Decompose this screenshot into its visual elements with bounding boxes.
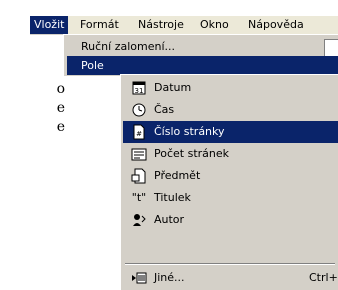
submenu-item-page-number[interactable]: # Číslo stránky (123, 121, 338, 143)
author-icon (131, 212, 147, 228)
menu-window[interactable]: Okno (196, 16, 233, 34)
toolbar-edge (324, 39, 338, 56)
submenu-item-page-number-label: Číslo stránky (154, 125, 225, 138)
submenu-item-title[interactable]: "t" Titulek (123, 187, 338, 209)
submenu-item-page-count-label: Počet stránek (154, 147, 230, 160)
document-text-line: e (56, 119, 65, 135)
submenu-item-subject-label: Předmět (154, 169, 201, 182)
submenu-item-author[interactable]: Autor (123, 209, 338, 231)
calendar-icon: 31 (131, 80, 147, 96)
menu-separator (125, 263, 335, 265)
menu-insert-label: Vložit (34, 18, 65, 31)
submenu-item-date[interactable]: 31 Datum (123, 77, 338, 99)
fields-submenu: 31 Datum Čas # Číslo stránky Počet strán… (120, 74, 338, 290)
menu-item-fields-label: Pole (81, 59, 104, 72)
submenu-item-author-label: Autor (154, 213, 185, 226)
menu-format[interactable]: Formát (76, 16, 123, 34)
menu-item-manual-break[interactable]: Ruční zalomení... (67, 37, 338, 56)
menu-item-manual-break-label: Ruční zalomení... (81, 40, 175, 53)
menu-tools[interactable]: Nástroje (134, 16, 188, 34)
menu-help[interactable]: Nápověda (244, 16, 308, 34)
page-number-icon: # (131, 124, 147, 140)
menu-item-fields[interactable]: Pole (67, 56, 338, 75)
document-text-line: o (56, 81, 65, 97)
submenu-item-time-label: Čas (154, 103, 175, 116)
menu-tools-label: Nástroje (138, 18, 184, 31)
document-text-line: e (56, 100, 65, 116)
other-fields-icon (131, 270, 147, 286)
menu-help-label: Nápověda (248, 18, 304, 31)
submenu-item-other-label: Jiné... (154, 271, 185, 284)
menu-bar: Vložit Formát Nástroje Okno Nápověda (30, 16, 338, 35)
submenu-item-other[interactable]: Jiné... Ctrl+F2 (123, 267, 338, 289)
clock-icon (131, 102, 147, 118)
page-count-icon (131, 146, 147, 162)
submenu-item-title-label: Titulek (154, 191, 191, 204)
menu-format-label: Formát (80, 18, 119, 31)
submenu-item-page-count[interactable]: Počet stránek (123, 143, 338, 165)
title-quote-icon: "t" (131, 191, 147, 204)
svg-text:31: 31 (135, 87, 144, 95)
submenu-item-time[interactable]: Čas (123, 99, 338, 121)
menu-insert[interactable]: Vložit (30, 16, 69, 34)
submenu-item-other-shortcut: Ctrl+F2 (309, 271, 338, 284)
submenu-item-date-label: Datum (154, 81, 192, 94)
insert-menu: Ruční zalomení... Pole (63, 34, 338, 76)
document-text: o e e (0, 80, 65, 137)
svg-text:#: # (136, 130, 142, 138)
menu-window-label: Okno (200, 18, 229, 31)
subject-icon (131, 168, 147, 184)
submenu-item-subject[interactable]: Předmět (123, 165, 338, 187)
